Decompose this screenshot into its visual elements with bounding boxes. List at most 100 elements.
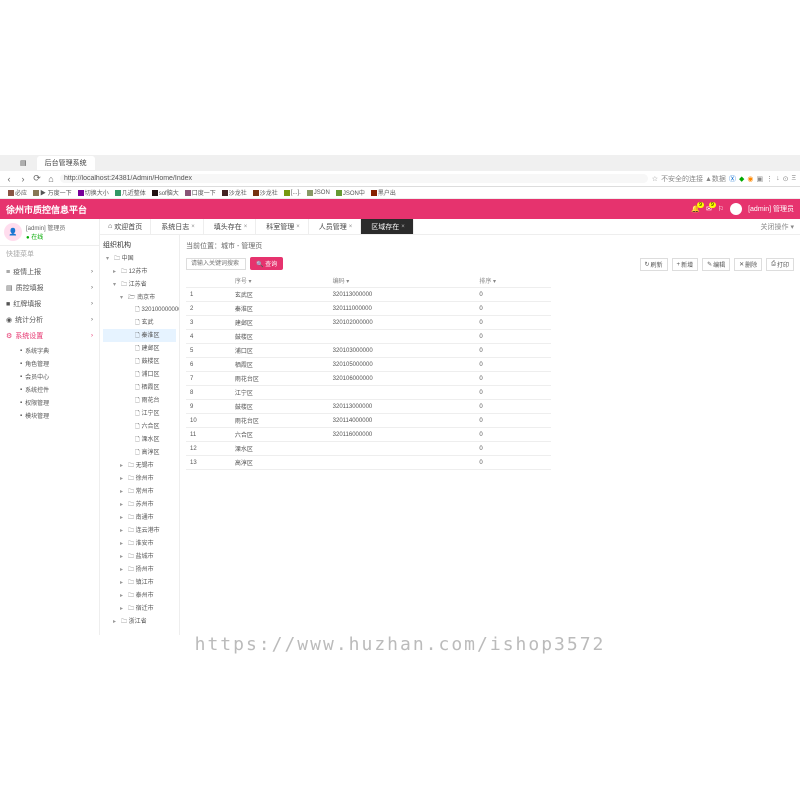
url-input[interactable] <box>60 174 648 183</box>
bookmark-item[interactable]: ▶ 万度一下 <box>33 188 72 197</box>
toolbar-删除[interactable]: ✕删除 <box>734 258 762 271</box>
table-row[interactable]: 7雨花台区3201060000000 <box>186 372 551 386</box>
ext-icon[interactable]: ◆ <box>739 175 744 183</box>
table-row[interactable]: 3建邺区3201020000000 <box>186 316 551 330</box>
tree-node[interactable]: ▸🗀 无锡市 <box>103 459 176 472</box>
search-input[interactable] <box>186 258 246 270</box>
ext-icon[interactable]: Ξ <box>791 175 796 182</box>
search-button[interactable]: 🔍 查询 <box>250 257 283 270</box>
header-username[interactable]: [admin] 管理员 <box>748 204 794 214</box>
tree-node[interactable]: 🗋 栖霞区 <box>103 381 176 394</box>
tree-node[interactable]: ▸🗀 常州市 <box>103 485 176 498</box>
bookmark-item[interactable]: JSON <box>307 190 330 196</box>
reload-icon[interactable]: ⟳ <box>32 174 42 184</box>
tree-node[interactable]: ▸🗀 扬州市 <box>103 563 176 576</box>
close-icon[interactable]: × <box>244 224 248 230</box>
table-row[interactable]: 4鼓楼区0 <box>186 330 551 344</box>
home-icon[interactable]: ⌂ <box>46 174 56 184</box>
col-header[interactable]: 序号 ▾ <box>231 274 329 288</box>
tree-node[interactable]: 🗋 江宁区 <box>103 407 176 420</box>
close-icon[interactable]: × <box>296 224 300 230</box>
table-row[interactable]: 10雨花台区3201140000000 <box>186 414 551 428</box>
tree-node[interactable]: 🗋 六合区 <box>103 420 176 433</box>
nav-item[interactable]: ◉统计分析› <box>0 312 99 328</box>
table-row[interactable]: 11六合区3201160000000 <box>186 428 551 442</box>
sub-nav-item[interactable]: ▪ 系统控件 <box>14 383 99 396</box>
bookmark-item[interactable]: 必应 <box>8 188 27 197</box>
tree-node[interactable]: 🗋 秦淮区 <box>103 329 176 342</box>
sub-nav-item[interactable]: ▪ 权限管理 <box>14 396 99 409</box>
ext-icon[interactable]: ▣ <box>756 175 763 183</box>
close-icon[interactable]: × <box>401 224 405 230</box>
forward-icon[interactable]: › <box>18 174 28 184</box>
ext-icon[interactable]: ⋮ <box>766 175 773 183</box>
sub-nav-item[interactable]: ▪ 模块管理 <box>14 409 99 422</box>
toolbar-打印[interactable]: ⎙打印 <box>766 258 794 271</box>
nav-item[interactable]: ▤质控填报› <box>0 280 99 296</box>
avatar[interactable] <box>730 203 742 215</box>
bookmark-item[interactable]: 黑户出 <box>371 188 396 197</box>
tree-node[interactable]: ▾🗀 江苏省 <box>103 278 176 291</box>
tree-node[interactable]: ▸🗀 镇江市 <box>103 576 176 589</box>
bookmark-item[interactable]: JSON中 <box>336 188 365 197</box>
bookmark-item[interactable]: 沙龙社 <box>253 188 278 197</box>
nav-item[interactable]: ≡疫情上报› <box>0 264 99 280</box>
table-row[interactable]: 9鼓楼区3201130000000 <box>186 400 551 414</box>
tree-node[interactable]: ▸🗀 南通市 <box>103 511 176 524</box>
nav-item[interactable]: ⚙系统设置› <box>0 328 99 344</box>
content-tab[interactable]: 系统日志 × <box>151 219 204 234</box>
sub-nav-item[interactable]: ▪ 系统字典 <box>14 344 99 357</box>
ext-icon[interactable]: ◉ <box>747 175 753 183</box>
content-tab[interactable]: ⌂ 欢迎首页 <box>100 219 151 234</box>
bookmark-item[interactable]: 切换大小 <box>78 188 109 197</box>
sub-nav-item[interactable]: ▪ 角色管理 <box>14 357 99 370</box>
bookmark-item[interactable]: 几近整体 <box>115 188 146 197</box>
table-row[interactable]: 13高淳区0 <box>186 456 551 470</box>
tree-node[interactable]: 🗋 320100000000 <box>103 304 176 316</box>
ext-icon[interactable]: ↓ <box>776 175 780 182</box>
back-icon[interactable]: ‹ <box>4 174 14 184</box>
col-header[interactable]: 编码 ▾ <box>329 274 476 288</box>
tree-node[interactable]: 🗋 高淳区 <box>103 446 176 459</box>
tree-node[interactable]: ▸🗀 苏州市 <box>103 498 176 511</box>
nav-item[interactable]: ■红牌填报› <box>0 296 99 312</box>
tree-node[interactable]: ▸🗀 12苏市 <box>103 265 176 278</box>
table-row[interactable]: 2秦淮区3201110000000 <box>186 302 551 316</box>
tree-node[interactable]: 🗋 溧水区 <box>103 433 176 446</box>
tree-node[interactable]: ▸🗀 淮安市 <box>103 537 176 550</box>
tree-node[interactable]: ▾🗁 南京市 <box>103 291 176 304</box>
close-icon[interactable]: × <box>349 224 353 230</box>
table-row[interactable]: 6栖霞区3201050000000 <box>186 358 551 372</box>
table-row[interactable]: 8江宁区0 <box>186 386 551 400</box>
col-header[interactable]: 排序 ▾ <box>475 274 550 288</box>
table-row[interactable]: 5浦口区3201030000000 <box>186 344 551 358</box>
tree-node[interactable]: 🗋 玄武 <box>103 316 176 329</box>
tree-node[interactable]: 🗋 雨花台 <box>103 394 176 407</box>
browser-tab[interactable]: 后台管理系统 <box>37 156 95 170</box>
tab-more-menu[interactable]: 关闭操作 ▾ <box>755 219 800 234</box>
sub-nav-item[interactable]: ▪ 会员中心 <box>14 370 99 383</box>
tree-node[interactable]: ▸🗀 盐城市 <box>103 550 176 563</box>
bookmark-item[interactable]: 沙龙社 <box>222 188 247 197</box>
tree-node[interactable]: ▸🗀 宿迁市 <box>103 602 176 615</box>
flag-icon[interactable]: ⚐ <box>718 205 724 213</box>
notif-icon[interactable]: 🔔 <box>691 205 700 213</box>
bookmark-item[interactable]: 口度一下 <box>185 188 216 197</box>
tree-node[interactable]: ▸🗀 浙江省 <box>103 615 176 628</box>
ext-icon[interactable]: ⊙ <box>783 175 789 183</box>
toolbar-刷新[interactable]: ↻刷新 <box>640 258 668 271</box>
tree-node[interactable]: ▾🗀 中国 <box>103 252 176 265</box>
tree-node[interactable]: ▸🗀 连云港市 <box>103 524 176 537</box>
toolbar-编辑[interactable]: ✎编辑 <box>702 258 730 271</box>
content-tab[interactable]: 人员管理 × <box>309 219 362 234</box>
table-row[interactable]: 12溧水区0 <box>186 442 551 456</box>
tree-node[interactable]: 🗋 建邺区 <box>103 342 176 355</box>
message-icon[interactable]: ✉ <box>706 205 712 213</box>
browser-menu-icon[interactable]: ▤ <box>20 159 27 167</box>
content-tab[interactable]: 区域存在 × <box>361 219 414 234</box>
bookmark-item[interactable]: [...]. <box>284 190 301 196</box>
close-icon[interactable]: × <box>191 224 195 230</box>
bookmark-item[interactable]: sof脑大 <box>152 188 179 197</box>
star-icon[interactable]: ☆ <box>652 175 658 183</box>
tree-node[interactable]: ▸🗀 徐州市 <box>103 472 176 485</box>
